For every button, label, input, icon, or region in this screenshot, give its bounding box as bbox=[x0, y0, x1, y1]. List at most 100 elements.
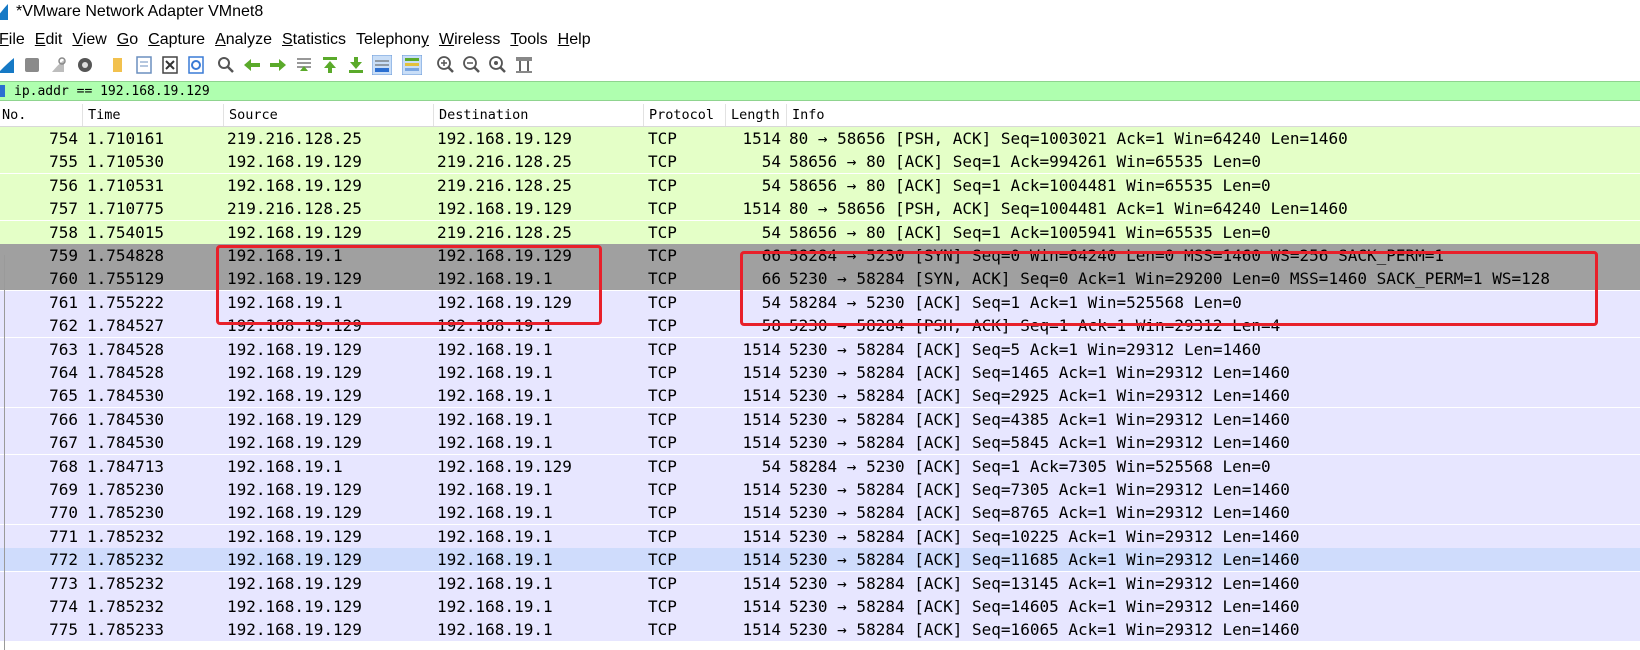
packet-source: 192.168.19.129 bbox=[227, 152, 362, 172]
zoom-out-icon[interactable] bbox=[462, 55, 482, 75]
packet-row[interactable]: 766 1.784530 192.168.19.129 192.168.19.1 TCP… bbox=[0, 407, 1640, 431]
packet-length: 1514 bbox=[742, 339, 781, 359]
menu-bar: File Edit View Go Capture Analyze Statistics Te… bbox=[0, 28, 1640, 52]
column-header-length[interactable]: Length bbox=[725, 104, 786, 126]
packet-info: 5230 → 58284 [ACK] Seq=7305 Ack=1 Win=29… bbox=[789, 480, 1290, 499]
packet-time: 1.784530 bbox=[87, 433, 165, 453]
menu-statistics[interactable]: Statistics bbox=[282, 31, 353, 49]
packet-length: 1514 bbox=[742, 433, 781, 453]
column-header-time[interactable]: Time bbox=[82, 104, 226, 126]
menu-tools[interactable]: Tools bbox=[510, 31, 554, 49]
packet-row[interactable]: 763 1.784528 192.168.19.129 192.168.19.1 TCP… bbox=[0, 337, 1640, 361]
column-header-destination[interactable]: Destination bbox=[433, 104, 643, 126]
packet-info: 5230 → 58284 [ACK] Seq=10225 Ack=1 Win=2… bbox=[789, 526, 1300, 546]
packet-row[interactable]: 764 1.784528 192.168.19.129 192.168.19.1 TCP… bbox=[0, 361, 1640, 384]
packet-source: 192.168.19.129 bbox=[227, 386, 362, 406]
go-to-packet-icon[interactable] bbox=[294, 55, 314, 75]
bookmark-filter-icon[interactable] bbox=[0, 85, 5, 97]
packet-row[interactable]: 775 1.785233 192.168.19.129 192.168.19.1 TCP… bbox=[0, 618, 1640, 642]
packet-row[interactable]: 758 1.754015 192.168.19.129 219.216.128.25 T… bbox=[0, 220, 1640, 244]
menu-capture[interactable]: Capture bbox=[148, 31, 212, 49]
close-file-icon[interactable] bbox=[160, 55, 180, 75]
packet-row[interactable]: 769 1.785230 192.168.19.129 192.168.19.1 TCP… bbox=[0, 478, 1640, 501]
packet-row[interactable]: 774 1.785232 192.168.19.129 192.168.19.1 TCP… bbox=[0, 595, 1640, 618]
menu-help[interactable]: Help bbox=[558, 31, 598, 49]
annotation-box-addresses bbox=[216, 245, 602, 325]
display-filter-input[interactable]: ip.addr == 192.168.19.129 bbox=[14, 83, 210, 100]
menu-telephony[interactable]: Telephony bbox=[356, 31, 436, 49]
packet-time: 1.785232 bbox=[87, 573, 165, 593]
go-back-icon[interactable] bbox=[242, 55, 262, 75]
packet-time: 1.754828 bbox=[87, 246, 165, 265]
packet-row[interactable]: 770 1.785230 192.168.19.129 192.168.19.1 TCP… bbox=[0, 501, 1640, 525]
packet-row[interactable]: 757 1.710775 219.216.128.25 192.168.19.129 T… bbox=[0, 197, 1640, 221]
packet-row[interactable]: 754 1.710161 219.216.128.25 192.168.19.129 T… bbox=[0, 127, 1640, 150]
find-packet-icon[interactable] bbox=[216, 55, 236, 75]
reload-file-icon[interactable] bbox=[186, 55, 206, 75]
window-title: *VMware Network Adapter VMnet8 bbox=[16, 3, 264, 20]
packet-time: 1.784530 bbox=[87, 386, 165, 406]
packet-time: 1.755129 bbox=[87, 269, 165, 289]
packet-destination: 192.168.19.1 bbox=[437, 433, 553, 453]
packet-info: 5230 → 58284 [ACK] Seq=14605 Ack=1 Win=2… bbox=[789, 597, 1300, 616]
zoom-in-icon[interactable] bbox=[436, 55, 456, 75]
packet-row[interactable]: 756 1.710531 192.168.19.129 219.216.128.25 T… bbox=[0, 173, 1640, 197]
menu-analyze[interactable]: Analyze bbox=[215, 31, 279, 49]
column-header-info[interactable]: Info bbox=[786, 104, 1640, 126]
packet-no: 755 bbox=[49, 152, 78, 172]
menu-go[interactable]: Go bbox=[117, 31, 145, 49]
packet-length: 1514 bbox=[742, 129, 781, 148]
packet-no: 773 bbox=[49, 573, 78, 593]
go-first-packet-icon[interactable] bbox=[320, 55, 340, 75]
packet-row[interactable]: 768 1.784713 192.168.19.1 192.168.19.129 TCP… bbox=[0, 454, 1640, 478]
packet-info: 58284 → 5230 [ACK] Seq=1 Ack=7305 Win=52… bbox=[789, 456, 1271, 476]
menu-edit[interactable]: Edit bbox=[35, 31, 70, 49]
packet-time: 1.710775 bbox=[87, 199, 165, 219]
packet-protocol: TCP bbox=[648, 339, 677, 359]
open-file-icon[interactable] bbox=[108, 55, 128, 75]
packet-length: 1514 bbox=[742, 550, 781, 570]
capture-options-icon[interactable] bbox=[75, 55, 95, 75]
packet-protocol: TCP bbox=[648, 409, 677, 429]
packet-no: 759 bbox=[49, 246, 78, 265]
packet-info: 5230 → 58284 [ACK] Seq=16065 Ack=1 Win=2… bbox=[789, 620, 1300, 640]
packet-no: 757 bbox=[49, 199, 78, 219]
packet-row[interactable]: 767 1.784530 192.168.19.129 192.168.19.1 TCP… bbox=[0, 431, 1640, 455]
resize-columns-icon[interactable] bbox=[514, 55, 534, 75]
column-header-no[interactable]: No. bbox=[0, 104, 87, 126]
packet-protocol: TCP bbox=[648, 269, 677, 289]
packet-row[interactable]: 772 1.785232 192.168.19.129 192.168.19.1 TCP… bbox=[0, 548, 1640, 572]
start-capture-icon[interactable] bbox=[0, 55, 16, 75]
normal-size-icon[interactable] bbox=[488, 55, 508, 75]
stop-capture-icon[interactable] bbox=[22, 55, 42, 75]
packet-row[interactable]: 755 1.710530 192.168.19.129 219.216.128.25 T… bbox=[0, 150, 1640, 174]
packet-protocol: TCP bbox=[648, 129, 677, 148]
main-toolbar bbox=[0, 53, 1640, 79]
menu-wireless[interactable]: Wireless bbox=[439, 31, 507, 49]
column-header-source[interactable]: Source bbox=[223, 104, 433, 126]
go-forward-icon[interactable] bbox=[268, 55, 288, 75]
packet-length: 1514 bbox=[742, 526, 781, 546]
restart-capture-icon[interactable] bbox=[48, 55, 68, 75]
packet-row[interactable]: 765 1.784530 192.168.19.129 192.168.19.1 TCP… bbox=[0, 384, 1640, 408]
packet-protocol: TCP bbox=[648, 316, 677, 336]
colorize-icon[interactable] bbox=[402, 55, 422, 75]
packet-no: 772 bbox=[49, 550, 78, 570]
packet-row[interactable]: 771 1.785232 192.168.19.129 192.168.19.1 TCP… bbox=[0, 524, 1640, 548]
go-last-packet-icon[interactable] bbox=[346, 55, 366, 75]
packet-time: 1.785232 bbox=[87, 526, 165, 546]
annotation-box-handshake-info bbox=[740, 251, 1598, 326]
packet-info: 80 → 58656 [PSH, ACK] Seq=1003021 Ack=1 … bbox=[789, 129, 1348, 148]
packet-list[interactable]: 754 1.710161 219.216.128.25 192.168.19.129 T… bbox=[0, 127, 1640, 650]
packet-length: 1514 bbox=[742, 409, 781, 429]
save-file-icon[interactable] bbox=[134, 55, 154, 75]
menu-file[interactable]: File bbox=[0, 31, 32, 49]
packet-row[interactable]: 773 1.785232 192.168.19.129 192.168.19.1 TCP… bbox=[0, 571, 1640, 595]
packet-info: 5230 → 58284 [ACK] Seq=5845 Ack=1 Win=29… bbox=[789, 433, 1290, 453]
packet-info: 5230 → 58284 [ACK] Seq=5 Ack=1 Win=29312… bbox=[789, 339, 1262, 359]
column-header-protocol[interactable]: Protocol bbox=[643, 104, 725, 126]
packet-no: 766 bbox=[49, 409, 78, 429]
packet-no: 767 bbox=[49, 433, 78, 453]
menu-view[interactable]: View bbox=[72, 31, 113, 49]
auto-scroll-icon[interactable] bbox=[372, 55, 392, 75]
